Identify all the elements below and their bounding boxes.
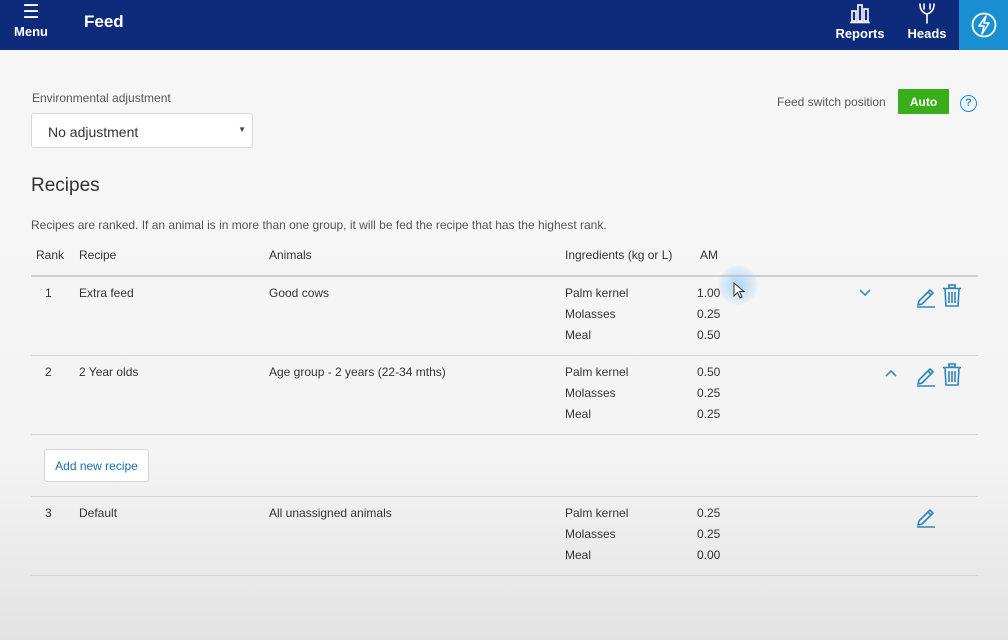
recipe-name: Extra feed bbox=[79, 286, 134, 300]
page-title: Feed bbox=[84, 12, 124, 31]
ingredient-name: Palm kernel bbox=[565, 365, 629, 379]
environmental-adjustment-label: Environmental adjustment bbox=[32, 91, 171, 105]
recipe-name: 2 Year olds bbox=[79, 365, 139, 379]
edit-pencil-icon[interactable] bbox=[914, 284, 938, 308]
column-header-recipe: Recipe bbox=[79, 248, 117, 262]
status-tile[interactable] bbox=[959, 0, 1008, 50]
nav-reports[interactable]: Reports bbox=[832, 2, 888, 41]
recipe-animals: Age group - 2 years (22-34 mths) bbox=[269, 365, 446, 379]
column-header-ingredients: Ingredients (kg or L) bbox=[565, 248, 673, 262]
menu-button[interactable]: ☰ Menu bbox=[10, 2, 52, 40]
ingredient-am: 1.00 bbox=[697, 286, 721, 300]
ingredient-am: 0.25 bbox=[697, 506, 721, 520]
recipe-name: Default bbox=[79, 506, 118, 520]
edit-pencil-icon[interactable] bbox=[914, 504, 938, 528]
ingredient-name: Meal bbox=[565, 328, 592, 342]
nav-heads-label: Heads bbox=[907, 26, 947, 41]
row-divider bbox=[31, 496, 978, 497]
edit-pencil-icon[interactable] bbox=[914, 363, 938, 387]
recipe-rank: 3 bbox=[45, 506, 52, 520]
ingredient-am: 0.00 bbox=[697, 548, 721, 562]
row-divider bbox=[31, 355, 978, 356]
ingredient-am: 0.50 bbox=[697, 328, 721, 342]
bar-chart-icon bbox=[850, 4, 870, 24]
trash-icon[interactable] bbox=[941, 363, 963, 387]
ingredient-name: Molasses bbox=[565, 307, 616, 321]
recipe-animals: All unassigned animals bbox=[269, 506, 392, 520]
recipes-note: Recipes are ranked. If an animal is in m… bbox=[31, 218, 607, 232]
recipe-rank: 2 bbox=[45, 365, 52, 379]
ingredient-name: Meal bbox=[565, 407, 592, 421]
environmental-adjustment-select[interactable]: No adjustment ▼ bbox=[31, 113, 253, 148]
heads-icon bbox=[919, 3, 935, 24]
menu-label: Menu bbox=[14, 24, 48, 39]
ingredient-name: Palm kernel bbox=[565, 506, 629, 520]
trash-icon[interactable] bbox=[941, 284, 963, 308]
ingredient-name: Molasses bbox=[565, 386, 616, 400]
mouse-pointer-icon bbox=[733, 282, 746, 299]
ingredient-am: 0.50 bbox=[697, 365, 721, 379]
dropdown-caret-icon: ▼ bbox=[238, 125, 246, 134]
ingredient-am: 0.25 bbox=[697, 407, 721, 421]
environmental-adjustment-value: No adjustment bbox=[48, 124, 139, 140]
question-icon[interactable]: ? bbox=[960, 95, 977, 112]
column-header-animals: Animals bbox=[269, 248, 312, 262]
ingredient-am: 0.25 bbox=[697, 307, 721, 321]
ingredient-am: 0.25 bbox=[697, 386, 721, 400]
ingredient-name: Meal bbox=[565, 548, 592, 562]
nav-heads[interactable]: Heads bbox=[900, 2, 954, 41]
ingredient-am: 0.25 bbox=[697, 527, 721, 541]
column-header-rank: Rank bbox=[36, 248, 65, 262]
recipe-rank: 1 bbox=[45, 286, 52, 300]
feed-switch-label: Feed switch position bbox=[777, 95, 886, 109]
add-new-recipe-button[interactable]: Add new recipe bbox=[44, 449, 149, 482]
recipe-animals: Good cows bbox=[269, 286, 330, 300]
ingredient-name: Palm kernel bbox=[565, 286, 629, 300]
row-divider bbox=[31, 575, 978, 576]
nav-reports-label: Reports bbox=[835, 26, 885, 41]
column-header-am: AM bbox=[700, 248, 718, 262]
move-up-icon[interactable] bbox=[884, 368, 898, 378]
recipes-title: Recipes bbox=[31, 175, 100, 196]
table-header-divider bbox=[31, 275, 978, 277]
hamburger-icon: ☰ bbox=[22, 2, 40, 23]
row-divider bbox=[31, 434, 978, 435]
top-bar: ☰ Menu Feed Reports Heads bbox=[0, 0, 1008, 50]
lightning-icon bbox=[971, 12, 996, 38]
feed-switch-auto-button[interactable]: Auto bbox=[898, 89, 949, 114]
move-down-icon[interactable] bbox=[858, 288, 872, 298]
ingredient-name: Molasses bbox=[565, 527, 616, 541]
